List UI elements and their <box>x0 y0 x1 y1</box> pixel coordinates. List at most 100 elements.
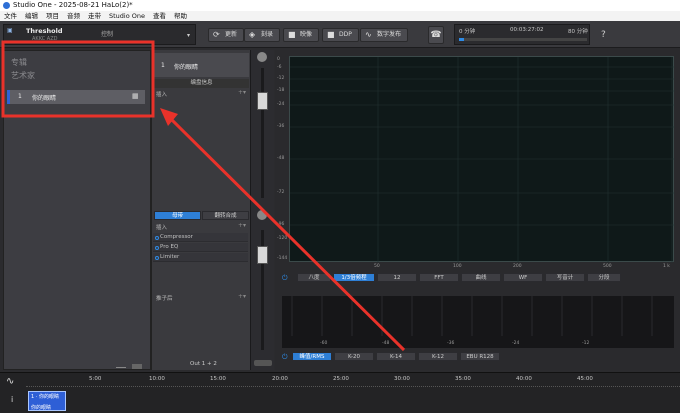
tab-curve[interactable]: 曲线 <box>461 273 501 282</box>
fader-mode-toggle[interactable] <box>254 360 272 366</box>
tab-12[interactable]: 12 <box>377 273 417 282</box>
digital-release-button[interactable]: ∿ 数字发布 <box>360 28 409 42</box>
audio-clip[interactable]: 1 · 你的眼睛 你的眼睛 <box>28 391 66 411</box>
tab-segment[interactable]: 分段 <box>587 273 621 282</box>
time-end: 80 分钟 <box>568 29 588 35</box>
add-post-insert-icon[interactable]: +▾ <box>238 293 246 300</box>
plugin-compressor[interactable]: Compressor <box>153 233 248 242</box>
clip-sub-label: 你的眼睛 <box>31 405 52 411</box>
menu-audio[interactable]: 音频 <box>63 11 84 21</box>
power-icon[interactable] <box>155 235 159 240</box>
divider <box>116 367 126 368</box>
inserts-label: 插入 <box>156 92 168 98</box>
tab-wf[interactable]: WF <box>503 273 543 282</box>
clip-label: 1 · 你的眼睛 <box>31 394 59 400</box>
preset-sub: AKKC AZD <box>32 36 58 42</box>
tab-meter[interactable]: 写音计 <box>545 273 585 282</box>
chevron-down-icon[interactable]: ▾ <box>187 32 190 39</box>
info-icon[interactable]: i <box>11 395 13 404</box>
post-fader-label: 推子后 <box>156 296 173 302</box>
preset-box[interactable]: ▣ Threshold AKKC AZD 控制 ▾ <box>3 24 196 45</box>
toolbar: ▣ Threshold AKKC AZD 控制 ▾ ⟳ 更新 ◈ 刻录 ■ 映像… <box>0 21 680 48</box>
preset-icon: ▣ <box>7 27 13 34</box>
time-progress-fill <box>459 38 465 41</box>
menu-transport[interactable]: 走带 <box>84 11 105 21</box>
master-inserts-label: 插入 <box>156 225 168 231</box>
inspector-header: 1 你的眼睛 <box>154 53 249 77</box>
tab-master[interactable]: 母带 <box>154 211 201 220</box>
control-label: 控制 <box>101 31 114 38</box>
analyzer-power-icon[interactable]: ⏻ <box>282 274 288 283</box>
meter-power-icon[interactable]: ⏻ <box>282 353 288 362</box>
menu-bar: 文件 编辑 项目 音频 走带 Studio One 查看 帮助 <box>0 11 680 21</box>
tab-k12[interactable]: K-12 <box>418 352 458 361</box>
ddp-icon: ■ <box>327 30 335 39</box>
meter-ticks-graphic <box>291 296 653 336</box>
fader-strip <box>250 50 274 370</box>
ddp-button[interactable]: ■ DDP <box>322 28 359 42</box>
track-settings-icon[interactable]: ▦ <box>132 92 139 100</box>
add-insert-icon[interactable]: +▾ <box>238 89 246 96</box>
master-fader-handle[interactable] <box>257 246 268 264</box>
disc-info-tab[interactable]: 编盘信息 <box>154 79 249 88</box>
track-number: 1 <box>18 93 22 100</box>
spectrum-plot[interactable] <box>289 56 675 263</box>
menu-view[interactable]: 查看 <box>149 11 170 21</box>
volume-fader-handle[interactable] <box>257 92 268 110</box>
tab-third-octave[interactable]: 1/3倍频程 <box>333 273 375 282</box>
title-bar: Studio One - 2025-08-21 HaLo(2)* <box>0 0 680 11</box>
tab-fft[interactable]: FFT <box>419 273 459 282</box>
left-panel: 专辑 艺术家 1 你的眼睛 ▦ <box>3 50 151 370</box>
image-button[interactable]: ■ 映像 <box>283 28 320 42</box>
timeline-ruler[interactable]: 5:00 10:00 15:00 20:00 25:00 30:00 35:00… <box>26 373 680 387</box>
help-button[interactable]: ? <box>601 30 606 40</box>
burn-icon: ◈ <box>249 30 256 39</box>
studio-one-logo-icon <box>3 2 10 9</box>
window-title: Studio One - 2025-08-21 HaLo(2)* <box>13 1 133 9</box>
output-label[interactable]: Out 1 + 2 <box>190 361 217 367</box>
album-label[interactable]: 专辑 <box>11 57 27 68</box>
preset-name: Threshold <box>26 27 63 35</box>
tab-k14[interactable]: K-14 <box>376 352 416 361</box>
inspector-track-number: 1 <box>161 62 165 69</box>
plugin-limiter[interactable]: Limiter <box>153 253 248 262</box>
waveform-icon: ∿ <box>365 30 372 39</box>
time-progress-track <box>459 38 587 41</box>
pan-knob-icon[interactable] <box>257 52 267 62</box>
tab-k20[interactable]: K-20 <box>334 352 374 361</box>
db-scale: 0 -6 -12 -18 -24 -36 -48 -72 -96 -120 -1… <box>277 57 288 261</box>
artist-label[interactable]: 艺术家 <box>11 70 35 81</box>
inspector-track-name: 你的眼睛 <box>174 64 199 71</box>
automation-icon[interactable]: ∿ <box>6 376 14 387</box>
tab-octave[interactable]: 八度 <box>297 273 331 282</box>
timeline: ∿ i 5:00 10:00 15:00 20:00 25:00 30:00 3… <box>0 372 680 413</box>
power-icon[interactable] <box>155 255 159 260</box>
menu-help[interactable]: 帮助 <box>170 11 191 21</box>
refresh-icon: ⟳ <box>213 30 220 39</box>
add-master-insert-icon[interactable]: +▾ <box>238 222 246 229</box>
menu-file[interactable]: 文件 <box>0 11 21 21</box>
master-pan-knob-icon[interactable] <box>257 210 267 220</box>
time-display: 0 分钟 00:03:27:02 80 分钟 <box>454 24 590 45</box>
menu-edit[interactable]: 编辑 <box>21 11 42 21</box>
time-current: 00:03:27:02 <box>510 27 544 33</box>
phone-icon[interactable]: ☎ <box>428 26 444 44</box>
level-meter: -60 -48 -36 -24 -12 <box>282 296 674 348</box>
spectrum-grid <box>290 57 675 263</box>
plugin-pro-eq[interactable]: Pro EQ <box>153 243 248 252</box>
tab-ebu-r128[interactable]: EBU R128 <box>460 352 500 361</box>
menu-project[interactable]: 项目 <box>42 11 63 21</box>
track-inspector: 1 你的眼睛 编盘信息 插入 +▾ 母带 翻转合成 插入 +▾ 推子后 +▾ O… <box>151 50 250 370</box>
disc-image-icon: ■ <box>288 30 296 39</box>
update-button[interactable]: ⟳ 更新 <box>208 28 245 42</box>
menu-studio-one[interactable]: Studio One <box>105 11 149 21</box>
tab-flip-comp[interactable]: 翻转合成 <box>202 211 249 220</box>
panel-resize-handle[interactable] <box>132 364 142 369</box>
track-list-item[interactable]: 1 你的眼睛 ▦ <box>7 90 145 104</box>
power-icon[interactable] <box>155 245 159 250</box>
time-start: 0 分钟 <box>459 29 476 35</box>
tab-peak-rms[interactable]: 峰值/RMS <box>292 352 332 361</box>
freq-scale: 50 100 200 500 1 k <box>374 264 670 269</box>
fader-track <box>261 68 264 198</box>
burn-button[interactable]: ◈ 刻录 <box>244 28 281 42</box>
